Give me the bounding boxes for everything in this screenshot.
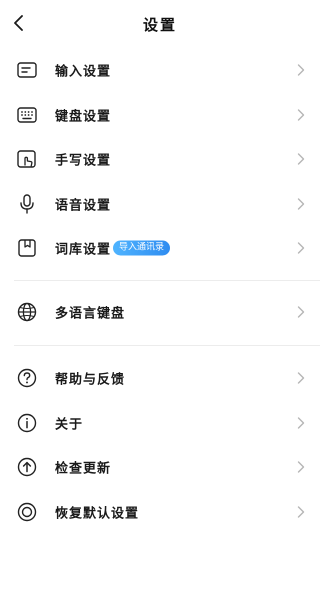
info-icon xyxy=(16,412,38,434)
chevron-right-icon xyxy=(296,152,306,166)
settings-item-check-update[interactable]: 检查更新 xyxy=(0,445,320,490)
settings-item-label: 帮助与反馈 xyxy=(55,372,126,388)
update-arrow-icon xyxy=(16,456,38,478)
chevron-right-icon xyxy=(296,371,306,385)
chevron-right-icon xyxy=(296,197,306,211)
settings-item-multilanguage[interactable]: 多语言键盘 xyxy=(0,290,320,335)
dictionary-icon xyxy=(16,237,38,259)
settings-item-label: 恢复默认设置 xyxy=(55,506,140,522)
settings-item-label: 词库设置 xyxy=(55,242,112,258)
chevron-right-icon xyxy=(296,241,306,255)
settings-item-dictionary[interactable]: 词库设置 导入通讯录 xyxy=(0,226,320,271)
section-divider xyxy=(14,280,320,281)
settings-item-help[interactable]: 帮助与反馈 xyxy=(0,356,320,401)
settings-item-label: 检查更新 xyxy=(55,461,112,477)
chevron-right-icon xyxy=(296,108,306,122)
restore-icon xyxy=(16,501,38,523)
settings-group-input: 输入设置 键盘设置 手写设置 语音设置 词库设置 导入通讯录 xyxy=(0,48,320,271)
chevron-right-icon xyxy=(296,416,306,430)
settings-item-label: 键盘设置 xyxy=(55,109,112,125)
settings-item-label: 输入设置 xyxy=(55,64,112,80)
settings-item-voice[interactable]: 语音设置 xyxy=(0,182,320,227)
question-icon xyxy=(16,367,38,389)
chevron-right-icon xyxy=(296,63,306,77)
microphone-icon xyxy=(16,193,38,215)
settings-item-input[interactable]: 输入设置 xyxy=(0,48,320,93)
chevron-right-icon xyxy=(296,305,306,319)
settings-item-label: 语音设置 xyxy=(55,198,112,214)
chevron-right-icon xyxy=(296,460,306,474)
handwriting-icon xyxy=(16,148,38,170)
header-bar: 设置 xyxy=(0,0,320,48)
settings-group-misc: 帮助与反馈 关于 检查更新 恢复默认设置 xyxy=(0,356,320,534)
settings-item-restore-default[interactable]: 恢复默认设置 xyxy=(0,490,320,535)
input-box-icon xyxy=(16,59,38,81)
settings-item-about[interactable]: 关于 xyxy=(0,401,320,446)
settings-item-label: 多语言键盘 xyxy=(55,306,126,322)
section-divider xyxy=(14,345,320,346)
chevron-right-icon xyxy=(296,505,306,519)
globe-icon xyxy=(16,301,38,323)
settings-item-label: 手写设置 xyxy=(55,153,112,169)
settings-item-keyboard[interactable]: 键盘设置 xyxy=(0,93,320,138)
import-contacts-badge[interactable]: 导入通讯录 xyxy=(113,240,171,256)
page-title: 设置 xyxy=(142,16,177,34)
keyboard-icon xyxy=(16,104,38,126)
settings-item-label: 关于 xyxy=(55,417,84,433)
settings-group-language: 多语言键盘 xyxy=(0,290,320,335)
settings-item-handwriting[interactable]: 手写设置 xyxy=(0,137,320,182)
